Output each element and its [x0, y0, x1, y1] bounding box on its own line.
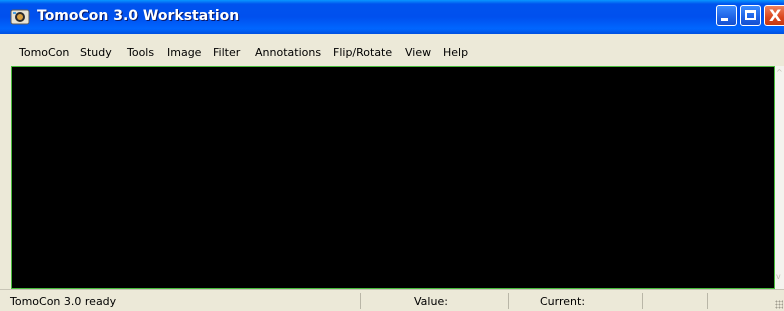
menu-study[interactable]: Study	[80, 46, 112, 59]
status-bar: TomoCon 3.0 ready Value: Current:	[0, 289, 784, 311]
menu-image[interactable]: Image	[167, 46, 201, 59]
close-icon: X	[769, 6, 782, 25]
menu-bar: TomoCon Study Tools Image Filter Annotat…	[0, 34, 784, 66]
tomocon-app-icon	[10, 9, 30, 25]
title-bar[interactable]: TomoCon 3.0 Workstation X	[0, 0, 784, 34]
status-current-label: Current:	[540, 295, 586, 308]
image-viewport[interactable]	[11, 66, 775, 289]
resize-grip-icon[interactable]	[775, 300, 783, 309]
app-window: TomoCon 3.0 Workstation X TomoCon Study …	[0, 0, 784, 311]
scroll-down-arrow-icon[interactable]: v	[776, 272, 781, 281]
menu-tools[interactable]: Tools	[127, 46, 154, 59]
maximize-button[interactable]	[740, 5, 761, 26]
status-pane-extra-1	[642, 293, 707, 309]
close-button[interactable]: X	[764, 5, 784, 26]
maximize-icon	[745, 10, 756, 20]
menu-help[interactable]: Help	[443, 46, 468, 59]
minimize-button[interactable]	[716, 5, 737, 26]
vertical-scrollbar[interactable]: ^ v	[775, 66, 784, 289]
menu-tomocon[interactable]: TomoCon	[19, 46, 69, 59]
status-pane-extra-2	[707, 293, 771, 309]
menu-filter[interactable]: Filter	[213, 46, 240, 59]
menu-flip-rotate[interactable]: Flip/Rotate	[333, 46, 392, 59]
status-message: TomoCon 3.0 ready	[10, 295, 117, 308]
menu-view[interactable]: View	[405, 46, 431, 59]
scroll-up-arrow-icon[interactable]: ^	[776, 68, 783, 77]
window-title: TomoCon 3.0 Workstation	[37, 8, 240, 24]
minimize-icon	[721, 18, 728, 21]
menu-annotations[interactable]: Annotations	[255, 46, 321, 59]
status-value-label: Value:	[414, 295, 448, 308]
